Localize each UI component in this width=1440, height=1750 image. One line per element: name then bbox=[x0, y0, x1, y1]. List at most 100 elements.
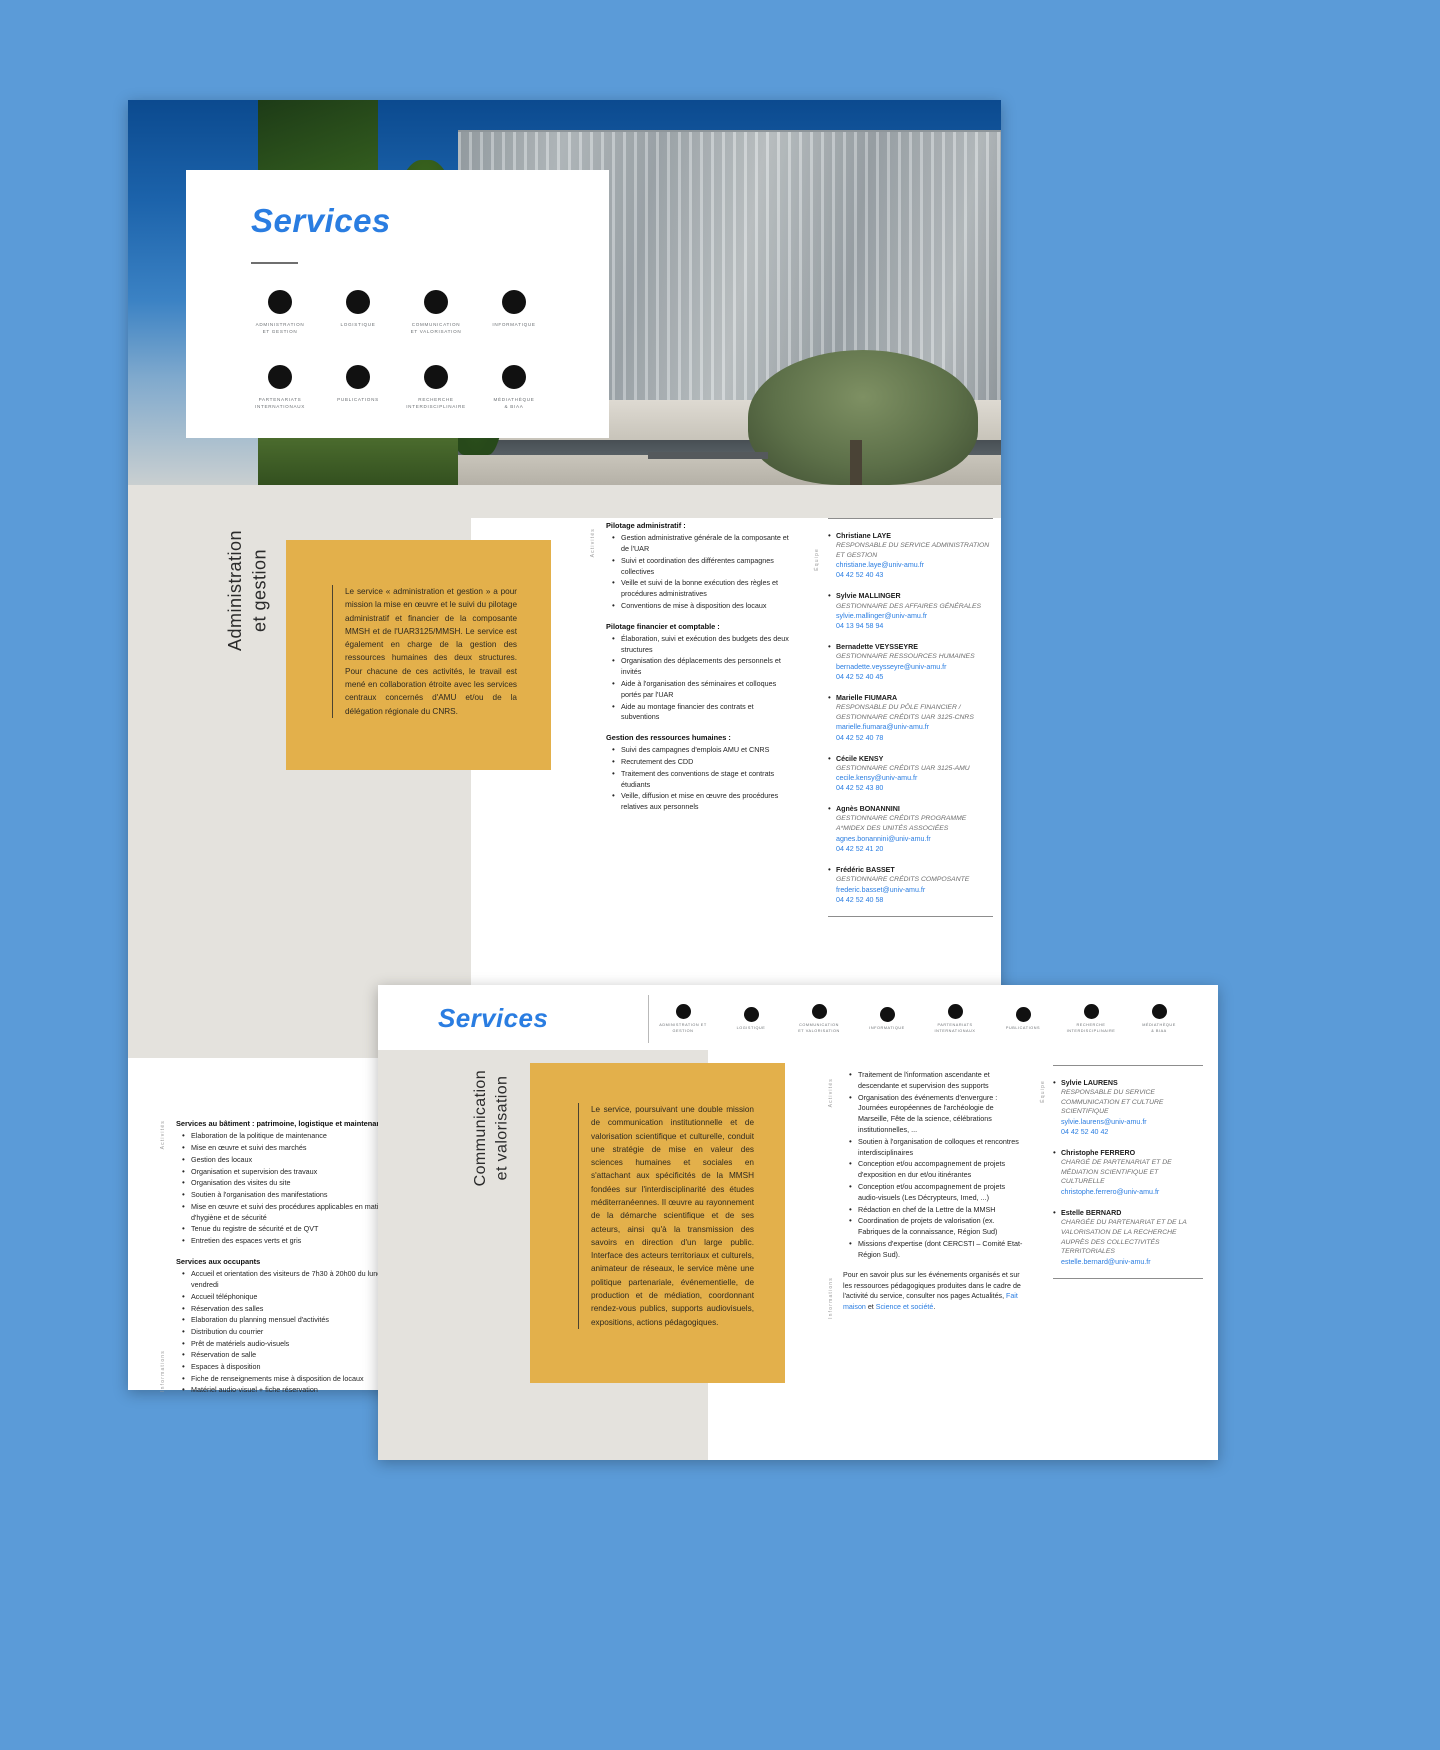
member-email[interactable]: christophe.ferrero@univ-amu.fr bbox=[1061, 1187, 1203, 1197]
nav-label: PUBLICATIONS bbox=[1005, 1025, 1041, 1030]
member-phone[interactable]: 04 42 52 40 78 bbox=[836, 733, 993, 743]
member-name: Sylvie MALLINGER bbox=[836, 592, 901, 601]
infos-suffix: . bbox=[933, 1302, 936, 1311]
member-phone[interactable]: 04 42 52 41 20 bbox=[836, 844, 993, 854]
member-role: RESPONSABLE DU SERVICE COMMUNICATION ET … bbox=[1061, 1089, 1164, 1116]
infos-prefix: Pour en savoir plus sur les événements o… bbox=[843, 1271, 1021, 1301]
team-member: Sylvie LAURENS RESPONSABLE DU SERVICE CO… bbox=[1053, 1077, 1203, 1137]
member-email[interactable]: sylvie.laurens@univ-amu.fr bbox=[1061, 1117, 1203, 1127]
bullet-dot-icon bbox=[502, 290, 526, 314]
activity-item: Conventions de mise à disposition des lo… bbox=[612, 600, 791, 612]
bullet-dot-icon bbox=[811, 1003, 827, 1019]
service-item-recherche-interdisciplinaire[interactable]: RECHERCHE INTERDISCIPLINAIRE bbox=[397, 353, 475, 410]
bullet-dot-icon bbox=[947, 1003, 963, 1019]
activity-item: Traitement des conventions de stage et c… bbox=[612, 768, 791, 791]
activity-heading: Pilotage administratif : bbox=[606, 521, 686, 530]
member-role: GESTIONNAIRE RESSOURCES HUMAINES bbox=[836, 653, 975, 661]
service-item-partenariats-internationaux[interactable]: PARTENARIATS INTERNATIONAUX bbox=[241, 353, 319, 410]
nav-item-recherche-interdisciplinaire[interactable]: RECHERCHE INTERDISCIPLINAIRE bbox=[1057, 1003, 1125, 1034]
olive-tree-trunk bbox=[850, 440, 862, 485]
bullet-dot-icon bbox=[1083, 1003, 1099, 1019]
service-item-informatique[interactable]: INFORMATIQUE bbox=[475, 278, 553, 335]
activity-item: Veille et suivi de la bonne exécution de… bbox=[612, 577, 791, 600]
activity-heading: Services au bâtiment : patrimoine, logis… bbox=[176, 1119, 390, 1128]
activity-group: Pilotage administratif : Gestion adminis… bbox=[606, 520, 791, 612]
service-item-administration-et-gestion[interactable]: ADMINISTRATION ET GESTION bbox=[241, 278, 319, 335]
bullet-dot-icon bbox=[675, 1003, 691, 1019]
intro-callout: Le service « administration et gestion »… bbox=[286, 540, 551, 770]
member-email[interactable]: bernadette.veysseyre@univ-amu.fr bbox=[836, 662, 993, 672]
service-item-publications[interactable]: PUBLICATIONS bbox=[319, 353, 397, 410]
activity-item: Entretien des espaces verts et gris bbox=[182, 1235, 406, 1247]
member-name: Cécile KENSY bbox=[836, 754, 884, 763]
member-email[interactable]: christiane.laye@univ-amu.fr bbox=[836, 560, 993, 570]
nav-label: PARTENARIATS INTERNATIONAUX bbox=[934, 1022, 976, 1033]
tag-infos-logistique: Informations bbox=[160, 1350, 166, 1397]
nav-item-partenariats-internationaux[interactable]: PARTENARIATS INTERNATIONAUX bbox=[921, 1003, 989, 1034]
service-item-logistique[interactable]: LOGISTIQUE bbox=[319, 278, 397, 335]
member-phone[interactable]: 04 42 52 40 42 bbox=[1061, 1127, 1203, 1137]
activity-item: Veille, diffusion et mise en œuvre des p… bbox=[612, 790, 791, 813]
member-email[interactable]: cecile.kensy@univ-amu.fr bbox=[836, 773, 993, 783]
page2-title: Services bbox=[438, 1003, 549, 1033]
bullet-dot-icon bbox=[424, 290, 448, 314]
member-phone[interactable]: 04 42 52 40 45 bbox=[836, 672, 993, 682]
service-label: MÉDIATHÈQUE & BIAA bbox=[493, 397, 535, 410]
nav-item-publications[interactable]: PUBLICATIONS bbox=[989, 1006, 1057, 1032]
service-item-communication-et-valorisation[interactable]: COMMUNICATION ET VALORISATION bbox=[397, 278, 475, 335]
nav-label: MÉDIATHÈQUE & BIAA bbox=[1142, 1022, 1176, 1033]
section-title-administration: Administration et gestion bbox=[225, 530, 270, 652]
cover-card: Services ADMINISTRATION ET GESTION LOGIS… bbox=[186, 170, 609, 438]
member-name: Estelle BERNARD bbox=[1061, 1209, 1122, 1218]
page-title: Services bbox=[251, 202, 391, 239]
member-phone[interactable]: 04 42 52 40 43 bbox=[836, 570, 993, 580]
bullet-dot-icon bbox=[502, 365, 526, 390]
nav-item-informatique[interactable]: INFORMATIQUE bbox=[853, 1006, 921, 1032]
team-member: Frédéric BASSET GESTIONNAIRE CRÉDITS COM… bbox=[828, 864, 993, 905]
member-email[interactable]: sylvie.mallinger@univ-amu.fr bbox=[836, 611, 993, 621]
side-tag-label: Activités bbox=[590, 528, 596, 558]
side-tag-label: Activités bbox=[828, 1078, 834, 1108]
hedge bbox=[258, 430, 458, 485]
member-name: Agnès BONANNINI bbox=[836, 805, 900, 814]
nav-item-mediatheque-biaa[interactable]: MÉDIATHÈQUE & BIAA bbox=[1125, 1003, 1193, 1034]
service-item-mediatheque-biaa[interactable]: MÉDIATHÈQUE & BIAA bbox=[475, 353, 553, 410]
activity-list: Elaboration de la politique de maintenan… bbox=[176, 1130, 406, 1247]
nav-label: ADMINISTRATION ET GESTION bbox=[659, 1022, 707, 1033]
activity-item: Traitement de l'information ascendante e… bbox=[849, 1069, 1023, 1092]
activity-list: Élaboration, suivi et exécution des budg… bbox=[606, 633, 791, 723]
activity-heading: Services aux occupants bbox=[176, 1257, 261, 1267]
nav-item-logistique[interactable]: LOGISTIQUE bbox=[717, 1006, 785, 1032]
activity-item: Organisation et supervision des travaux bbox=[182, 1166, 406, 1178]
infos-item: Matériel audio-visuel + fiche réservatio… bbox=[182, 1384, 406, 1396]
member-email[interactable]: marielle.fiumara@univ-amu.fr bbox=[836, 722, 993, 732]
member-phone[interactable]: 04 42 52 43 80 bbox=[836, 783, 993, 793]
member-phone[interactable]: 04 42 52 40 58 bbox=[836, 895, 993, 905]
activity-item: Missions d'expertise (dont CERCSTI – Com… bbox=[849, 1238, 1023, 1261]
member-email[interactable]: estelle.bernard@univ-amu.fr bbox=[1061, 1257, 1203, 1267]
infos-separator: et bbox=[865, 1302, 876, 1311]
member-role: GESTIONNAIRE CRÉDITS UAR 3125-AMU bbox=[836, 764, 970, 772]
activity-item: Gestion des locaux bbox=[182, 1154, 406, 1166]
activity-item: Prêt de matériels audio-visuels bbox=[182, 1338, 406, 1350]
team-member: Cécile KENSY GESTIONNAIRE CRÉDITS UAR 31… bbox=[828, 753, 993, 794]
link-science-et-societe[interactable]: Science et société bbox=[876, 1303, 934, 1311]
side-tag-label: Équipe bbox=[1040, 1080, 1046, 1103]
tag-infos-p2: Informations bbox=[828, 1277, 834, 1324]
member-role: CHARGÉE DU PARTENARIAT ET DE LA VALORISA… bbox=[1061, 1219, 1187, 1256]
activity-item: Conception et/ou accompagnement de proje… bbox=[849, 1158, 1023, 1181]
activity-item: Conception et/ou accompagnement de proje… bbox=[849, 1181, 1023, 1204]
member-role: GESTIONNAIRE DES AFFAIRES GÉNÉRALES bbox=[836, 602, 982, 610]
member-email[interactable]: agnes.bonannini@univ-amu.fr bbox=[836, 834, 993, 844]
member-phone[interactable]: 04 13 94 58 94 bbox=[836, 621, 993, 631]
activities-column-communication: Traitement de l'information ascendante e… bbox=[843, 1069, 1023, 1270]
team-member: Agnès BONANNINI GESTIONNAIRE CRÉDITS PRO… bbox=[828, 803, 993, 854]
member-email[interactable]: frederic.basset@univ-amu.fr bbox=[836, 885, 993, 895]
nav-item-administration-et-gestion[interactable]: ADMINISTRATION ET GESTION bbox=[649, 1003, 717, 1034]
member-role: GESTIONNAIRE CRÉDITS PROGRAMME A*MIDEX D… bbox=[836, 815, 967, 833]
nav-item-communication-et-valorisation[interactable]: COMMUNICATION ET VALORISATION bbox=[785, 1003, 853, 1034]
activity-item: Soutien à l'organisation des manifestati… bbox=[182, 1189, 406, 1201]
activity-group: Services aux occupants Accueil et orient… bbox=[176, 1256, 406, 1350]
team-member: Christophe FERRERO CHARGÉ DE PARTENARIAT… bbox=[1053, 1147, 1203, 1197]
bench bbox=[648, 452, 768, 459]
